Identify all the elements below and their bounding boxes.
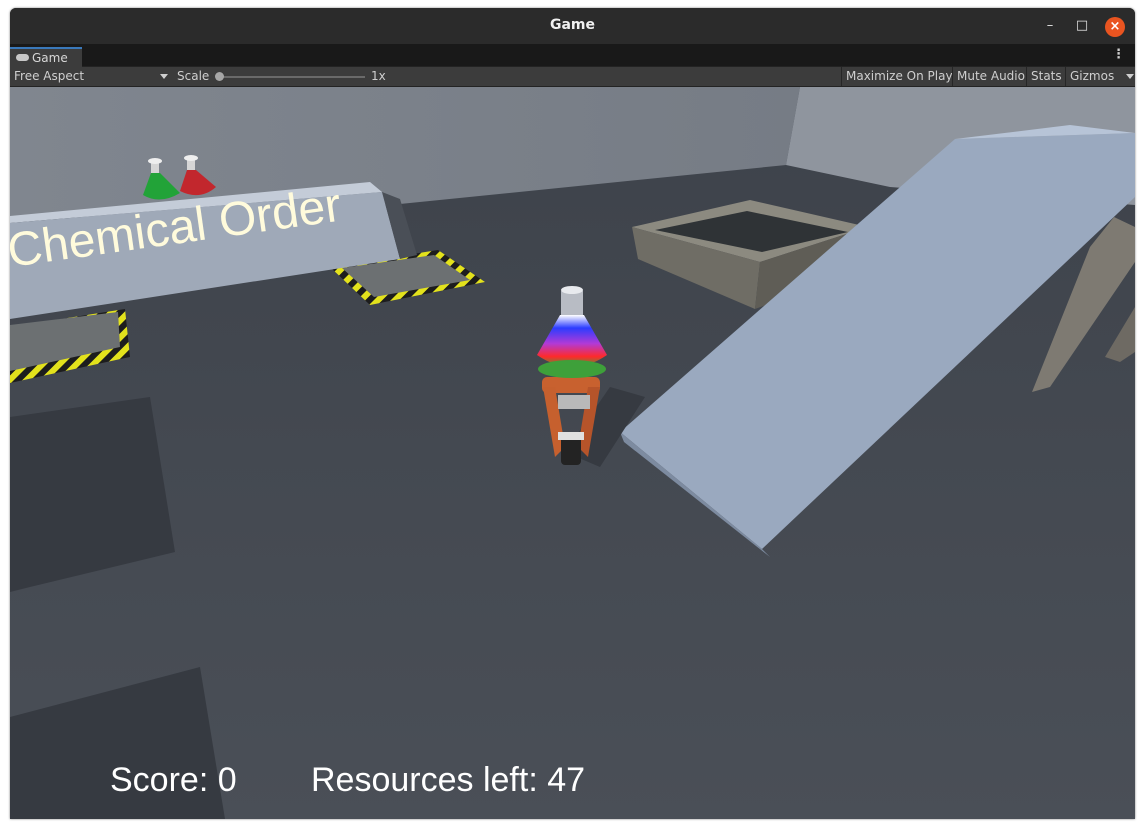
scale-slider-track[interactable]: [219, 76, 365, 78]
game-viewport[interactable]: Chemical Order Score: 0 Resources left: …: [10, 87, 1135, 819]
aspect-dropdown[interactable]: Free Aspect: [14, 67, 168, 86]
mute-audio-toggle[interactable]: Mute Audio: [952, 67, 1029, 86]
game-scene: Chemical Order: [10, 87, 1135, 819]
chevron-down-icon: [160, 74, 168, 79]
stats-toggle[interactable]: Stats: [1026, 67, 1066, 86]
tab-game[interactable]: Game: [10, 47, 82, 68]
gizmos-label: Gizmos: [1070, 69, 1115, 83]
maximize-button[interactable]: □: [1072, 17, 1092, 37]
game-window: Game – □ × Game ⋮ Free Aspect Scale 1x M…: [10, 8, 1135, 819]
more-options-icon[interactable]: ⋮: [1112, 47, 1125, 62]
aspect-dropdown-label: Free Aspect: [14, 69, 85, 83]
gizmos-dropdown[interactable]: Gizmos: [1065, 67, 1134, 86]
chevron-down-icon: [1126, 74, 1134, 79]
scale-slider-thumb[interactable]: [215, 72, 224, 81]
game-toolbar: Free Aspect Scale 1x Maximize On Play Mu…: [10, 67, 1135, 87]
tab-game-label: Game: [32, 51, 68, 65]
window-title: Game: [549, 17, 596, 33]
resources-left-label: Resources left: 47: [311, 761, 586, 799]
title-bar: Game – □ ×: [10, 8, 1135, 44]
close-button[interactable]: ×: [1105, 17, 1125, 37]
scale-label: Scale: [177, 69, 210, 83]
minimize-button[interactable]: –: [1040, 17, 1060, 37]
tab-bar: Game ⋮: [10, 44, 1135, 68]
maximize-on-play-toggle[interactable]: Maximize On Play: [841, 67, 957, 86]
scale-value: 1x: [371, 69, 386, 83]
score-label: Score: 0: [110, 761, 237, 799]
gamepad-icon: [16, 54, 29, 61]
